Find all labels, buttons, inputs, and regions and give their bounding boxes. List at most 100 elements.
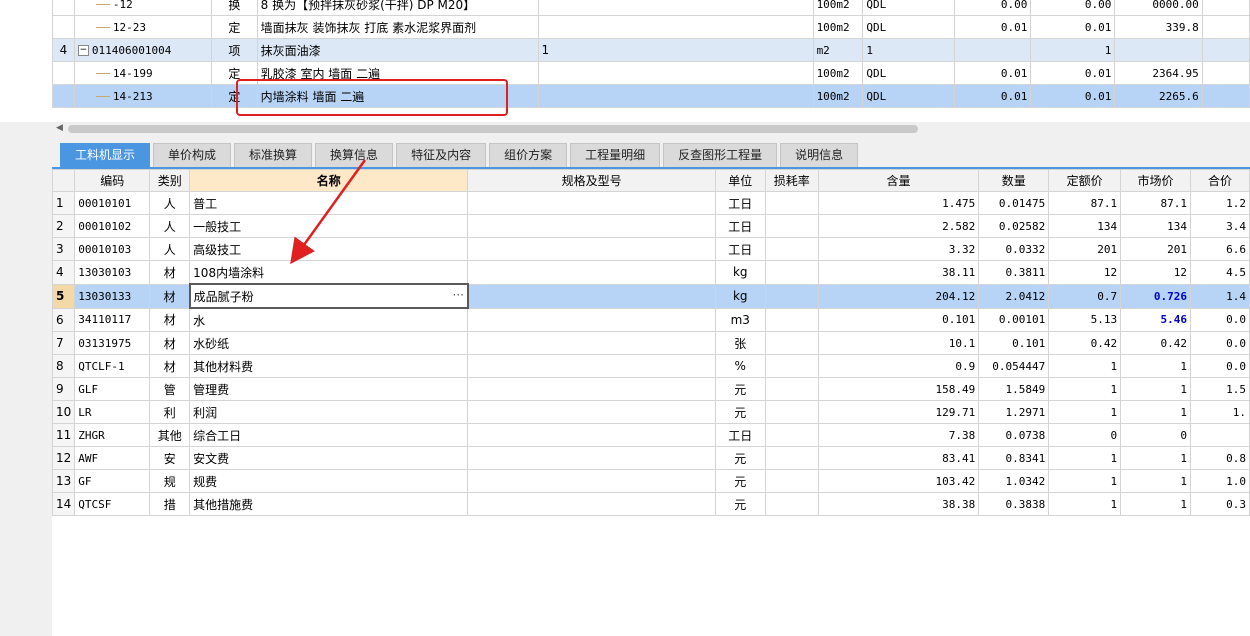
bill-type[interactable]: 定: [211, 84, 258, 108]
bill-type[interactable]: 定: [211, 15, 258, 39]
collapse-icon[interactable]: −: [77, 45, 89, 56]
resource-code[interactable]: ZHGR: [74, 423, 151, 447]
resource-spec[interactable]: [467, 214, 716, 238]
resource-code[interactable]: 00010103: [74, 237, 151, 261]
resource-category[interactable]: 安: [149, 446, 191, 470]
bill-unit[interactable]: 100m2: [812, 61, 864, 85]
quota-price[interactable]: 0: [1048, 423, 1122, 447]
bill-value-c[interactable]: 2265.6: [1114, 84, 1203, 108]
bill-type[interactable]: 项: [211, 38, 258, 62]
market-price[interactable]: 1: [1120, 446, 1191, 470]
grid-row[interactable]: 13 GF 规规费元 103.42 1.0342 1 1 1.0: [51, 469, 1250, 493]
resource-spec[interactable]: [467, 191, 716, 215]
loss-rate[interactable]: [764, 354, 819, 378]
bill-rule[interactable]: QDL: [862, 84, 956, 108]
quantity[interactable]: 0.054447: [978, 354, 1050, 378]
market-price[interactable]: 0.42: [1120, 331, 1191, 355]
total-price[interactable]: 0.0: [1190, 354, 1250, 378]
grid-row[interactable]: 5 13030133 材成品腻子粉 ··· kg 204.12 2.0412 0.7 0.726…: [51, 283, 1250, 309]
total-price[interactable]: 0.0: [1190, 307, 1250, 332]
bill-spec[interactable]: [537, 15, 814, 39]
resource-spec[interactable]: [467, 283, 716, 309]
content-amount[interactable]: 38.11: [817, 260, 980, 285]
quota-price[interactable]: 5.13: [1048, 307, 1122, 332]
grid-header-5[interactable]: 单位: [714, 169, 766, 192]
resource-spec[interactable]: [467, 237, 716, 261]
resource-code[interactable]: QTCLF-1: [74, 354, 151, 378]
bill-value-b[interactable]: 0.00: [1030, 0, 1116, 16]
loss-rate[interactable]: [764, 283, 819, 309]
loss-rate[interactable]: [764, 446, 819, 470]
resource-unit[interactable]: m3: [714, 307, 766, 332]
content-amount[interactable]: 38.38: [817, 492, 980, 516]
market-price[interactable]: 1: [1120, 377, 1191, 401]
bill-spec[interactable]: [537, 84, 814, 108]
resource-unit[interactable]: 工日: [714, 191, 766, 215]
content-amount[interactable]: 204.12: [817, 283, 980, 309]
total-price[interactable]: 1.2: [1190, 191, 1250, 215]
bill-spec[interactable]: [537, 0, 814, 16]
bill-value-b[interactable]: 1: [1030, 38, 1116, 62]
content-amount[interactable]: 158.49: [817, 377, 980, 401]
loss-rate[interactable]: [764, 377, 819, 401]
loss-rate[interactable]: [764, 260, 819, 285]
loss-rate[interactable]: [764, 237, 819, 261]
total-price[interactable]: 3.4: [1190, 214, 1250, 238]
total-price[interactable]: 1.5: [1190, 377, 1250, 401]
quantity[interactable]: 1.5849: [978, 377, 1050, 401]
bill-value-c[interactable]: 2364.95: [1114, 61, 1203, 85]
market-price[interactable]: 87.1: [1120, 191, 1191, 215]
grid-row[interactable]: 7 03131975 材水砂纸张 10.1 0.101 0.42 0.42 0.0: [51, 331, 1250, 355]
bill-unit[interactable]: 100m2: [812, 0, 864, 16]
grid-header-7[interactable]: 含量: [817, 169, 980, 192]
quantity[interactable]: 0.3838: [978, 492, 1050, 516]
total-price[interactable]: 0.0: [1190, 331, 1250, 355]
resource-spec[interactable]: [467, 354, 716, 378]
quantity[interactable]: 0.0738: [978, 423, 1050, 447]
total-price[interactable]: 4.5: [1190, 260, 1250, 285]
scroll-left-icon[interactable]: ◀: [56, 123, 63, 133]
total-price[interactable]: 1.0: [1190, 469, 1250, 493]
grid-row[interactable]: 10 LR 利利润元 129.71 1.2971 1 1 1.: [51, 400, 1250, 424]
grid-row[interactable]: 4 13030103 材 108内墙涂料 kg 38.11 0.3811 12 12 4.5: [51, 260, 1250, 285]
content-amount[interactable]: 0.101: [817, 307, 980, 332]
resource-category[interactable]: 其他: [149, 423, 191, 447]
content-amount[interactable]: 0.9: [817, 354, 980, 378]
bill-row[interactable]: 14-213 定内墙涂料 墙面 二遍 100m2 QDL 0.01 0.01 2265.6: [52, 84, 1250, 108]
tab-6[interactable]: 工程量明细: [570, 143, 661, 167]
resource-spec[interactable]: [467, 307, 716, 332]
resource-unit[interactable]: kg: [714, 283, 766, 309]
total-price[interactable]: 0.3: [1190, 492, 1250, 516]
total-price[interactable]: 1.: [1190, 400, 1250, 424]
market-price[interactable]: 0: [1120, 423, 1191, 447]
market-price[interactable]: 1: [1120, 492, 1191, 516]
content-amount[interactable]: 10.1: [817, 331, 980, 355]
grid-row[interactable]: 2 00010102 人一般技工 工日 2.582 0.02582 134 134 3.4: [51, 214, 1250, 238]
quota-price[interactable]: 134: [1048, 214, 1122, 238]
grid-header-6[interactable]: 损耗率: [764, 169, 819, 192]
resource-category[interactable]: 管: [149, 377, 191, 401]
bill-name[interactable]: 乳胶漆 室内 墙面 二遍: [256, 61, 539, 85]
resource-unit[interactable]: 工日: [714, 214, 766, 238]
resource-name[interactable]: 水: [189, 307, 469, 332]
content-amount[interactable]: 103.42: [817, 469, 980, 493]
resource-code[interactable]: 00010101: [74, 191, 151, 215]
bill-value-a[interactable]: [954, 38, 1032, 62]
resource-name[interactable]: 108内墙涂料: [189, 260, 469, 285]
quota-price[interactable]: 1: [1048, 492, 1122, 516]
loss-rate[interactable]: [764, 423, 819, 447]
grid-header-4[interactable]: 规格及型号: [467, 169, 716, 192]
tab-1[interactable]: 单价构成: [153, 143, 232, 167]
grid-row[interactable]: 6 34110117 材水 m3 0.101 0.00101 5.13 5.46 0.0: [51, 307, 1250, 332]
bill-value-b[interactable]: 0.01: [1030, 84, 1116, 108]
grid-header-9[interactable]: 定额价: [1048, 169, 1122, 192]
tab-2[interactable]: 标准换算: [234, 143, 313, 167]
bill-unit[interactable]: 100m2: [812, 15, 864, 39]
quantity[interactable]: 0.3811: [978, 260, 1050, 285]
resource-category[interactable]: 材: [149, 283, 191, 309]
resource-code[interactable]: 13030103: [74, 260, 151, 285]
total-price[interactable]: 6.6: [1190, 237, 1250, 261]
resource-category[interactable]: 利: [149, 400, 191, 424]
content-amount[interactable]: 7.38: [817, 423, 980, 447]
resource-name[interactable]: 安文费: [189, 446, 469, 470]
